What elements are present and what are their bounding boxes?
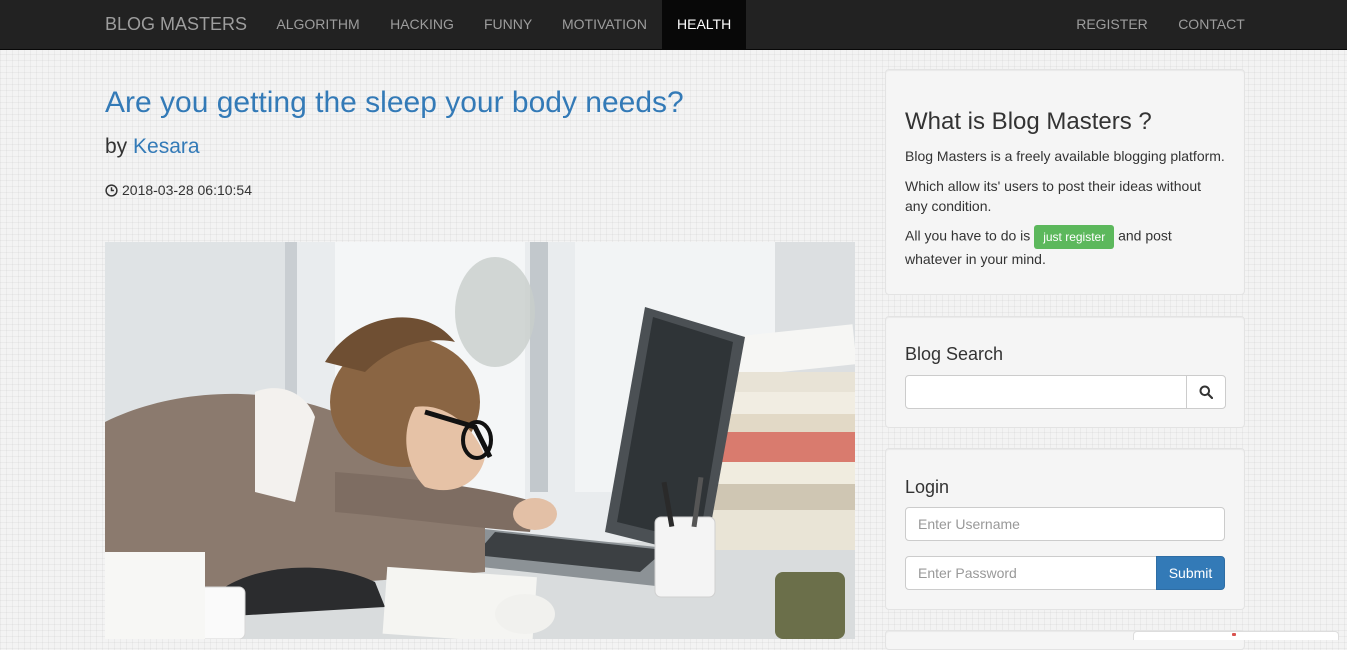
clock-icon xyxy=(105,183,118,197)
login-well: Login Submit xyxy=(885,448,1245,610)
post-title: Are you getting the sleep your body need… xyxy=(105,86,684,119)
byline-prefix: by xyxy=(105,135,128,158)
post-byline: by Kesara xyxy=(105,134,200,159)
about-paragraph-2: Which allow its' users to post their ide… xyxy=(905,178,1202,214)
top-navbar: BLOG MASTERS ALGORITHM HACKING FUNNY MOT… xyxy=(0,0,1347,50)
widget-indicator xyxy=(1232,633,1236,636)
just-register-badge[interactable]: just register xyxy=(1034,225,1115,249)
about-paragraph-1: Blog Masters is a freely available blogg… xyxy=(905,148,1225,164)
author-link[interactable]: Kesara xyxy=(133,135,200,158)
login-title: Login xyxy=(905,477,950,497)
nav-item-health[interactable]: HEALTH xyxy=(662,0,746,49)
about-p3-after-2: whatever in your mind. xyxy=(905,251,1046,267)
search-icon xyxy=(1199,385,1213,399)
nav-item-algorithm[interactable]: ALGORITHM xyxy=(261,0,375,49)
password-input[interactable] xyxy=(905,556,1157,590)
nav-item-funny[interactable]: FUNNY xyxy=(469,0,547,49)
about-title: What is Blog Masters ? xyxy=(905,108,1152,135)
search-input[interactable] xyxy=(905,375,1187,409)
post-date: 2018-03-28 06:10:54 xyxy=(105,182,252,198)
brand-link[interactable]: BLOG MASTERS xyxy=(105,0,247,49)
about-p3-after-1: and post xyxy=(1118,227,1172,244)
about-paragraph-3: All you have to do is just register and … xyxy=(905,225,1227,269)
nav-item-hacking[interactable]: HACKING xyxy=(375,0,469,49)
search-well: Blog Search xyxy=(885,316,1245,428)
search-button[interactable] xyxy=(1186,375,1226,409)
submit-button[interactable]: Submit xyxy=(1156,556,1225,590)
nav-item-register[interactable]: REGISTER xyxy=(1061,0,1163,49)
nav-item-contact[interactable]: CONTACT xyxy=(1163,0,1260,49)
post-image xyxy=(105,242,855,639)
post-timestamp: 2018-03-28 06:10:54 xyxy=(122,182,252,198)
about-p3-before: All you have to do is xyxy=(905,227,1031,244)
username-input[interactable] xyxy=(905,507,1225,541)
sleeping-at-desk-illustration xyxy=(105,242,855,639)
search-title: Blog Search xyxy=(905,344,1004,364)
nav-item-motivation[interactable]: MOTIVATION xyxy=(547,0,662,49)
about-well: What is Blog Masters ? Blog Masters is a… xyxy=(885,69,1245,295)
